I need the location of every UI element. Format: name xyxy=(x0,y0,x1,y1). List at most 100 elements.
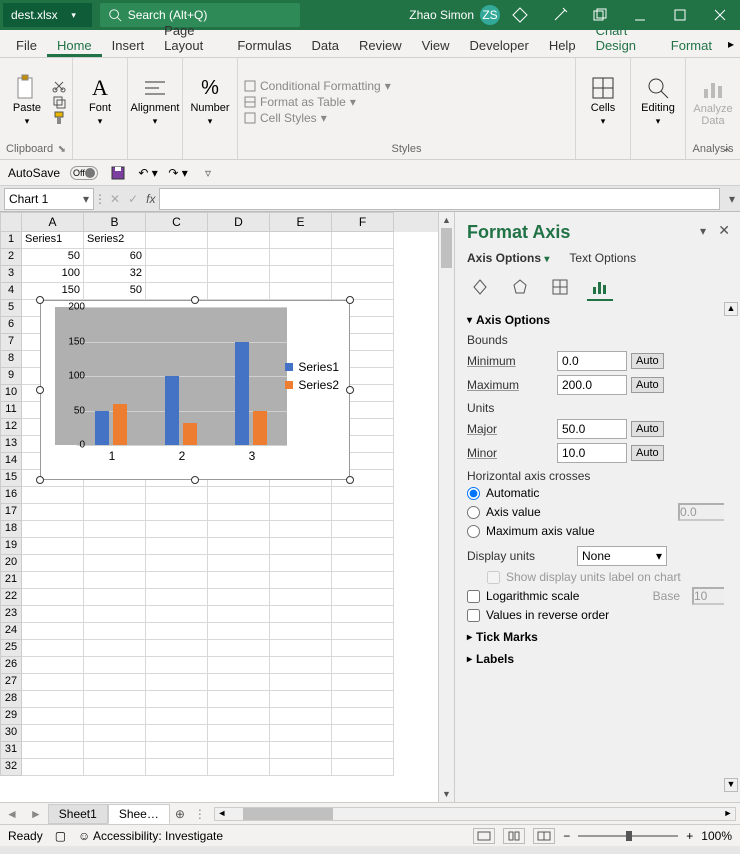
row-header[interactable]: 12 xyxy=(0,419,22,436)
resize-handle[interactable] xyxy=(346,296,354,304)
cell[interactable] xyxy=(332,538,394,555)
cell[interactable] xyxy=(146,266,208,283)
cell[interactable] xyxy=(22,572,84,589)
undo-icon[interactable]: ↶ ▾ xyxy=(138,166,158,180)
cell[interactable] xyxy=(84,572,146,589)
row-header[interactable]: 15 xyxy=(0,470,22,487)
auto-max-button[interactable]: Auto xyxy=(631,377,664,393)
resize-handle[interactable] xyxy=(346,386,354,394)
cell[interactable]: Series2 xyxy=(84,232,146,249)
cell[interactable] xyxy=(84,640,146,657)
cell[interactable] xyxy=(208,657,270,674)
cell[interactable] xyxy=(146,232,208,249)
fill-icon[interactable] xyxy=(467,275,493,301)
cell[interactable] xyxy=(208,538,270,555)
cell[interactable] xyxy=(84,606,146,623)
view-page-layout-icon[interactable] xyxy=(503,828,525,844)
tab-insert[interactable]: Insert xyxy=(102,32,155,57)
cell[interactable] xyxy=(208,708,270,725)
cell[interactable] xyxy=(208,674,270,691)
cell[interactable] xyxy=(208,283,270,300)
row-header[interactable]: 32 xyxy=(0,759,22,776)
cell[interactable] xyxy=(332,742,394,759)
number-button[interactable]: % Number ▾ xyxy=(189,76,231,127)
maximize-icon[interactable] xyxy=(660,0,700,30)
row-header[interactable]: 26 xyxy=(0,657,22,674)
cell[interactable] xyxy=(84,589,146,606)
cell[interactable] xyxy=(270,521,332,538)
view-normal-icon[interactable] xyxy=(473,828,495,844)
cell[interactable]: 50 xyxy=(22,249,84,266)
cancel-formula-icon[interactable]: ✕ xyxy=(110,192,120,206)
row-header[interactable]: 3 xyxy=(0,266,22,283)
cell[interactable] xyxy=(208,232,270,249)
cell[interactable] xyxy=(84,538,146,555)
sheet-tab[interactable]: Shee… xyxy=(108,804,170,824)
tab-file[interactable]: File xyxy=(6,32,47,57)
view-page-break-icon[interactable] xyxy=(533,828,555,844)
row-header[interactable]: 6 xyxy=(0,317,22,334)
cell[interactable] xyxy=(332,249,394,266)
cell[interactable] xyxy=(22,487,84,504)
alignment-button[interactable]: Alignment ▾ xyxy=(134,76,176,127)
cell[interactable] xyxy=(22,725,84,742)
row-header[interactable]: 23 xyxy=(0,606,22,623)
chart-bar[interactable] xyxy=(253,411,267,446)
sheet-tab[interactable]: Sheet1 xyxy=(48,804,108,824)
close-pane-icon[interactable]: ✕ xyxy=(718,222,730,239)
row-header[interactable]: 22 xyxy=(0,589,22,606)
cell[interactable] xyxy=(332,555,394,572)
cell[interactable] xyxy=(208,266,270,283)
filename-chip[interactable]: dest.xlsx ▾ xyxy=(3,3,92,27)
cell[interactable] xyxy=(146,691,208,708)
cell[interactable] xyxy=(84,742,146,759)
cb-log-scale[interactable]: Logarithmic scaleBase xyxy=(467,587,728,605)
cell[interactable] xyxy=(332,266,394,283)
radio-max-value[interactable]: Maximum axis value xyxy=(467,524,728,538)
cell[interactable] xyxy=(22,606,84,623)
tab-formulas[interactable]: Formulas xyxy=(227,32,301,57)
row-header[interactable]: 24 xyxy=(0,623,22,640)
cell[interactable] xyxy=(208,487,270,504)
row-header[interactable]: 14 xyxy=(0,453,22,470)
scrollbar-thumb[interactable] xyxy=(243,808,333,820)
format-as-table-button[interactable]: Format as Table ▾ xyxy=(244,95,356,109)
resize-handle[interactable] xyxy=(36,476,44,484)
tab-page-layout[interactable]: Page Layout xyxy=(154,17,227,57)
name-box[interactable]: Chart 1 ▾ xyxy=(4,188,94,210)
save-icon[interactable] xyxy=(108,165,128,181)
tab-review[interactable]: Review xyxy=(349,32,412,57)
cell[interactable] xyxy=(22,589,84,606)
zoom-out-button[interactable]: − xyxy=(563,829,570,843)
row-header[interactable]: 18 xyxy=(0,521,22,538)
cell[interactable] xyxy=(332,232,394,249)
cell[interactable] xyxy=(84,555,146,572)
cell[interactable] xyxy=(146,623,208,640)
maximum-field[interactable] xyxy=(557,375,627,395)
cell[interactable] xyxy=(332,708,394,725)
cell[interactable] xyxy=(332,521,394,538)
cell[interactable] xyxy=(22,742,84,759)
cell[interactable] xyxy=(22,640,84,657)
cell[interactable] xyxy=(208,249,270,266)
row-header[interactable]: 9 xyxy=(0,368,22,385)
cell[interactable] xyxy=(22,657,84,674)
row-header[interactable]: 7 xyxy=(0,334,22,351)
enter-formula-icon[interactable]: ✓ xyxy=(128,192,138,206)
clipboard-launcher[interactable]: ⬊ xyxy=(58,144,66,155)
pane-scrollbar[interactable]: ▲ ▼ xyxy=(724,302,738,792)
select-all-corner[interactable] xyxy=(0,212,22,232)
tab-help[interactable]: Help xyxy=(539,32,586,57)
cell[interactable]: 100 xyxy=(22,266,84,283)
cell[interactable] xyxy=(84,691,146,708)
cell[interactable] xyxy=(84,521,146,538)
tab-format[interactable]: Format xyxy=(661,32,722,57)
conditional-formatting-button[interactable]: Conditional Formatting ▾ xyxy=(244,79,391,93)
column-header[interactable]: A xyxy=(22,212,84,232)
minimum-field[interactable] xyxy=(557,351,627,371)
cell[interactable] xyxy=(332,606,394,623)
font-button[interactable]: A Font ▾ xyxy=(79,76,121,127)
cell[interactable] xyxy=(208,504,270,521)
cell[interactable]: 150 xyxy=(22,283,84,300)
cell[interactable]: 60 xyxy=(84,249,146,266)
